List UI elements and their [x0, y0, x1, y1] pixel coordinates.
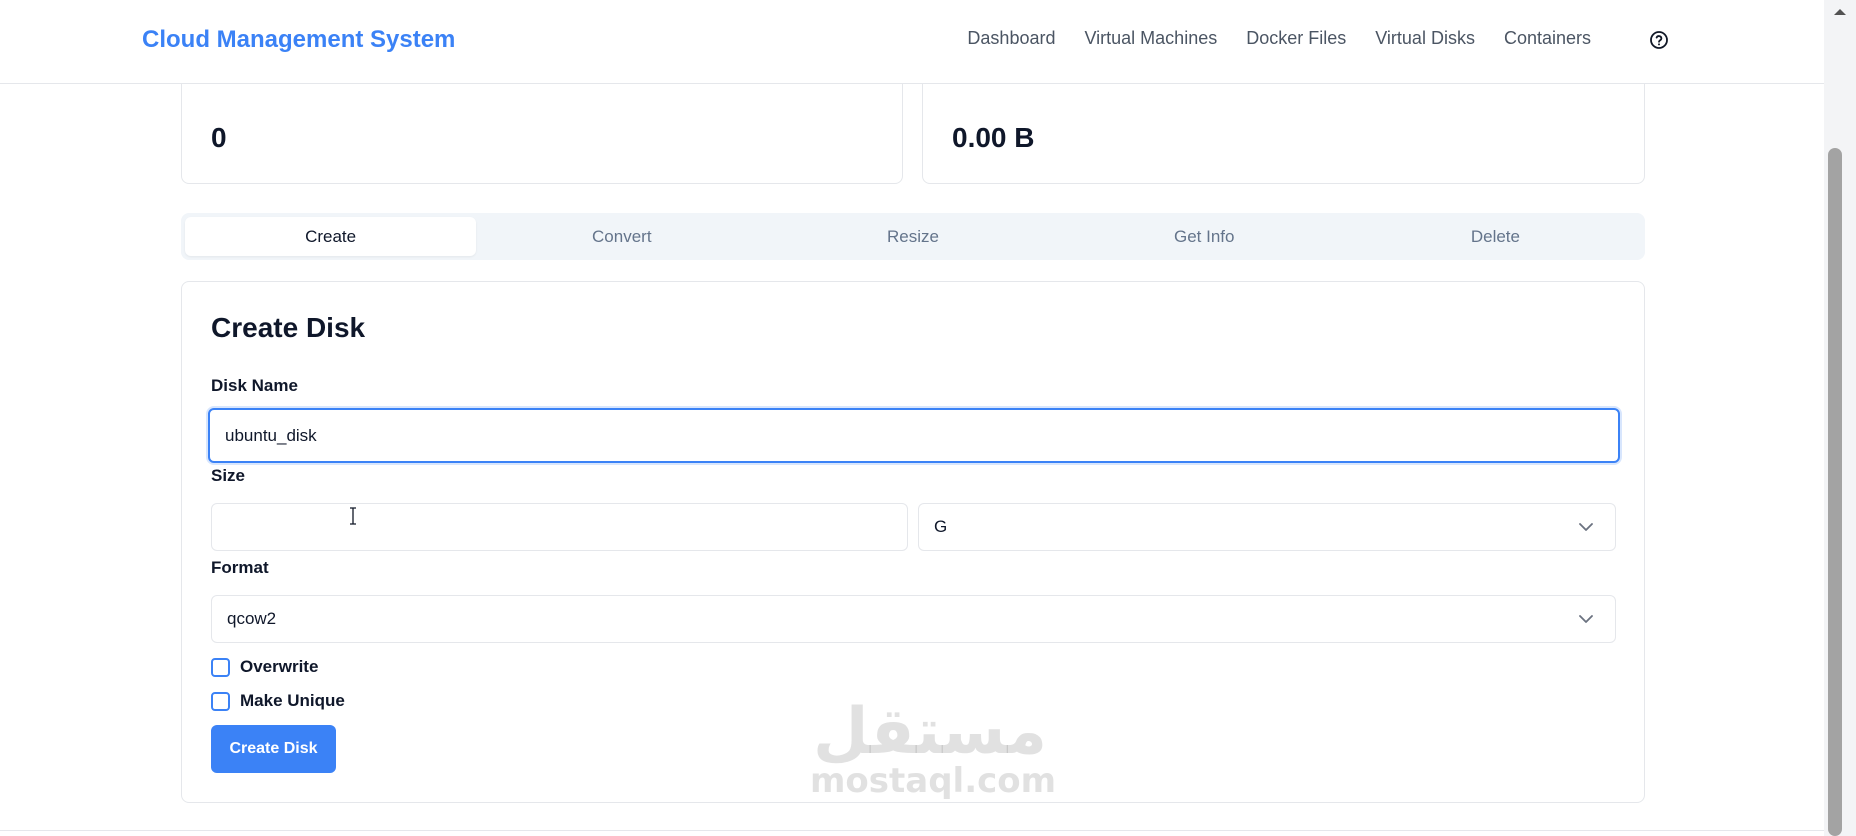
- chevron-down-icon: [1579, 615, 1593, 623]
- make-unique-row: Make Unique: [211, 691, 345, 711]
- format-value: qcow2: [227, 609, 277, 628]
- size-label: Size: [211, 466, 246, 485]
- tab-delete[interactable]: Delete: [1350, 217, 1641, 256]
- watermark-arabic: مستقل: [812, 695, 1048, 769]
- tab-get-info[interactable]: Get Info: [1059, 217, 1350, 256]
- brand-title[interactable]: Cloud Management System: [142, 26, 455, 54]
- overwrite-label[interactable]: Overwrite: [240, 657, 318, 677]
- page: Cloud Management System Dashboard Virtua…: [0, 0, 1856, 836]
- format-label: Format: [211, 558, 269, 577]
- stat-value-size: 0.00 B: [952, 122, 1035, 153]
- disk-action-tabs: Create Convert Resize Get Info Delete: [181, 213, 1645, 260]
- watermark-logo: مستقل mostaql.com: [810, 695, 1057, 801]
- nav-link-virtual-machines[interactable]: Virtual Machines: [1084, 28, 1217, 49]
- scrollbar-thumb[interactable]: [1828, 148, 1842, 836]
- disk-name-label: Disk Name: [211, 376, 298, 395]
- make-unique-checkbox[interactable]: [211, 691, 230, 711]
- question-circle-icon[interactable]: [1649, 30, 1669, 50]
- overwrite-row: Overwrite: [211, 657, 318, 677]
- nav-link-dashboard[interactable]: Dashboard: [967, 28, 1055, 49]
- make-unique-label[interactable]: Make Unique: [240, 691, 345, 711]
- tab-convert[interactable]: Convert: [476, 217, 767, 256]
- text-cursor-icon: [350, 507, 356, 525]
- tab-create[interactable]: Create: [185, 217, 477, 256]
- stat-value-count: 0: [211, 122, 227, 153]
- size-input[interactable]: [211, 503, 908, 551]
- disk-name-input[interactable]: ubuntu_disk: [208, 408, 1620, 463]
- scroll-up-arrow-icon[interactable]: [1828, 4, 1852, 20]
- form-title: Create Disk: [211, 312, 366, 343]
- nav-links: Dashboard Virtual Machines Docker Files …: [967, 28, 1591, 49]
- overwrite-checkbox[interactable]: [211, 657, 230, 677]
- top-navbar: Cloud Management System Dashboard Virtua…: [0, 0, 1824, 84]
- divider: [0, 830, 1824, 831]
- watermark-latin: mostaql.com: [810, 761, 1057, 801]
- nav-link-docker-files[interactable]: Docker Files: [1246, 28, 1346, 49]
- size-unit-value: G: [934, 517, 948, 536]
- size-unit-select[interactable]: G: [918, 503, 1616, 551]
- nav-link-containers[interactable]: Containers: [1504, 28, 1591, 49]
- nav-link-virtual-disks[interactable]: Virtual Disks: [1375, 28, 1475, 49]
- tab-resize[interactable]: Resize: [767, 217, 1058, 256]
- format-select[interactable]: qcow2: [211, 595, 1616, 643]
- disk-name-value: ubuntu_disk: [225, 425, 317, 445]
- create-disk-button[interactable]: Create Disk: [211, 725, 336, 773]
- chevron-down-icon: [1579, 523, 1593, 531]
